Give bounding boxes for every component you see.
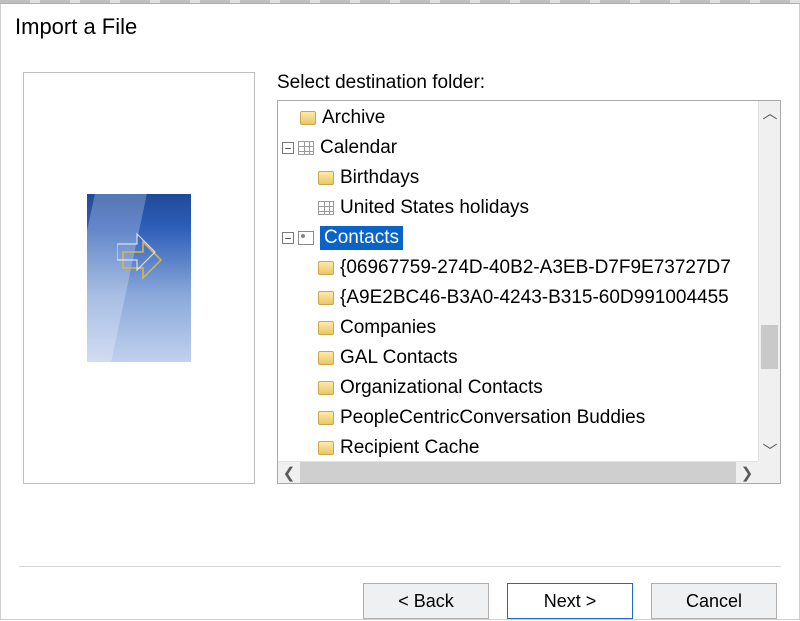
tree-item-label: Organizational Contacts (340, 377, 543, 399)
scrollbar-corner (758, 461, 780, 483)
scroll-thumb[interactable] (761, 325, 778, 369)
scroll-right-icon[interactable]: ❯ (736, 462, 758, 484)
window-title: Import a File (1, 4, 799, 44)
collapse-toggle-icon[interactable]: − (282, 232, 294, 244)
tree-item-label: Recipient Cache (340, 437, 479, 459)
back-button[interactable]: < Back (363, 583, 489, 619)
arrow-outline-icon (117, 230, 177, 290)
tree-item-label: Companies (340, 317, 436, 339)
tree-item-companies[interactable]: Companies (278, 313, 758, 343)
tree-item-birthdays[interactable]: Birthdays (278, 163, 758, 193)
calendar-icon (298, 141, 314, 155)
content-area: Select destination folder: Archive (1, 44, 799, 540)
collapse-toggle-icon[interactable]: − (282, 142, 294, 154)
tree-item-label: PeopleCentricConversation Buddies (340, 407, 645, 429)
vertical-scrollbar[interactable]: ︿ ﹀ (758, 101, 780, 461)
folder-icon (318, 381, 334, 395)
tree-item-label-selected: Contacts (320, 226, 403, 250)
tree-item-label: GAL Contacts (340, 347, 458, 369)
scroll-down-icon[interactable]: ﹀ (759, 439, 781, 461)
tree-item-peoplecentric-buddies[interactable]: PeopleCentricConversation Buddies (278, 403, 758, 433)
folder-tree[interactable]: Archive − Calendar (277, 100, 781, 484)
illustration-panel (23, 72, 255, 484)
tree-item-recipient-cache[interactable]: Recipient Cache (278, 433, 758, 461)
folder-tree-viewport: Archive − Calendar (278, 101, 758, 461)
calendar-icon (318, 201, 334, 215)
tree-item-organizational-contacts[interactable]: Organizational Contacts (278, 373, 758, 403)
tree-item-label: Calendar (320, 137, 397, 159)
tree-item-archive[interactable]: Archive (278, 103, 758, 133)
prompt-label: Select destination folder: (277, 72, 781, 94)
folder-icon (300, 111, 316, 125)
scroll-up-icon[interactable]: ︿ (759, 101, 781, 123)
tree-item-label: Archive (322, 107, 385, 129)
cancel-button[interactable]: Cancel (651, 583, 777, 619)
folder-icon (318, 291, 334, 305)
folder-icon (318, 351, 334, 365)
folder-icon (318, 171, 334, 185)
tree-item-contacts[interactable]: − Contacts (278, 223, 758, 253)
import-wizard-window: Import a File Select destination folder: (0, 4, 800, 620)
tree-item-us-holidays[interactable]: United States holidays (278, 193, 758, 223)
contacts-icon (298, 231, 314, 245)
tree-item-label: Birthdays (340, 167, 419, 189)
next-button[interactable]: Next > (507, 583, 633, 619)
folder-icon (318, 261, 334, 275)
wizard-button-row: < Back Next > Cancel (1, 567, 799, 619)
tree-item-gal-contacts[interactable]: GAL Contacts (278, 343, 758, 373)
main-panel: Select destination folder: Archive (277, 72, 781, 540)
scroll-track[interactable] (300, 462, 736, 483)
folder-icon (318, 441, 334, 455)
tree-item-label: {06967759-274D-40B2-A3EB-D7F9E73727D7 (340, 257, 731, 279)
tree-item-guid2[interactable]: {A9E2BC46-B3A0-4243-B315-60D991004455 (278, 283, 758, 313)
folder-icon (318, 321, 334, 335)
horizontal-scrollbar[interactable]: ❮ ❯ (278, 461, 758, 483)
tree-item-guid1[interactable]: {06967759-274D-40B2-A3EB-D7F9E73727D7 (278, 253, 758, 283)
tree-item-calendar[interactable]: − Calendar (278, 133, 758, 163)
import-illustration (87, 194, 191, 362)
tree-item-label: {A9E2BC46-B3A0-4243-B315-60D991004455 (340, 287, 729, 309)
tree-item-label: United States holidays (340, 197, 529, 219)
folder-icon (318, 411, 334, 425)
scroll-left-icon[interactable]: ❮ (278, 462, 300, 484)
